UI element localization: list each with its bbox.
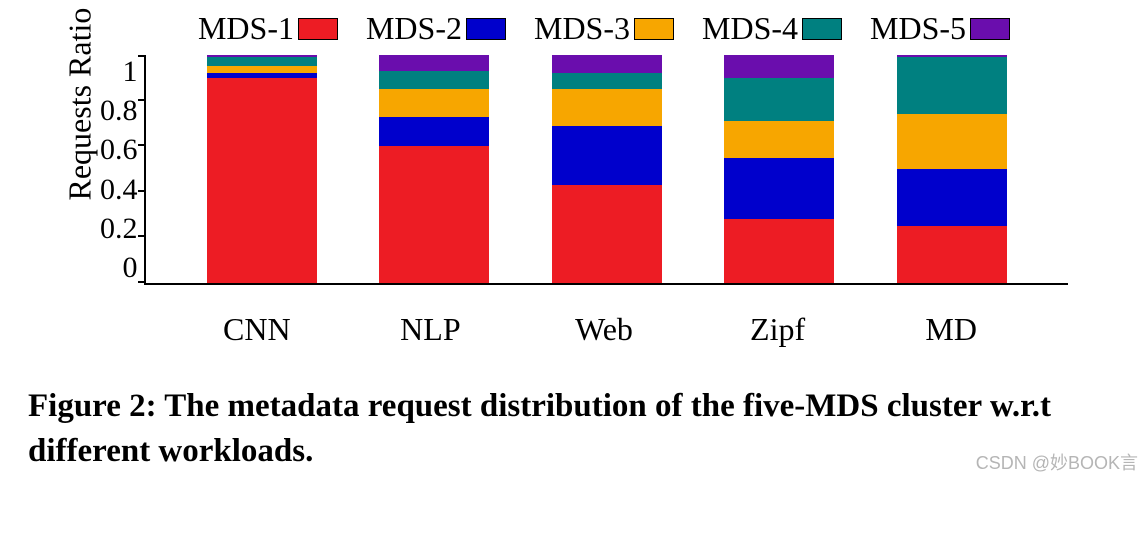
bar-segment-mds-1 xyxy=(379,146,489,283)
legend-item: MDS-1 xyxy=(198,10,338,47)
x-tick-label: NLP xyxy=(375,311,485,348)
y-tick-label: 0 xyxy=(123,251,138,285)
bar-segment-mds-2 xyxy=(897,169,1007,226)
figure: MDS-1 MDS-2 MDS-3 MDS-4 MDS-5 Requests R… xyxy=(0,0,1148,473)
bar-segment-mds-3 xyxy=(897,114,1007,169)
bar-segment-mds-1 xyxy=(552,185,662,283)
bar-segment-mds-4 xyxy=(897,57,1007,114)
bar-segment-mds-3 xyxy=(724,121,834,157)
y-tick-label: 0.6 xyxy=(100,133,138,167)
x-axis: CNN NLP Web Zipf MD xyxy=(100,305,1068,348)
legend-item: MDS-4 xyxy=(702,10,842,47)
bar-segment-mds-4 xyxy=(379,71,489,89)
bar-segment-mds-4 xyxy=(724,78,834,121)
x-axis-labels: CNN NLP Web Zipf MD xyxy=(140,311,1068,348)
bar-segment-mds-5 xyxy=(724,55,834,78)
y-tick-label: 1 xyxy=(123,55,138,89)
bar-segment-mds-5 xyxy=(552,55,662,73)
spacer xyxy=(100,305,140,348)
watermark: CSDN @妙BOOK言 xyxy=(976,449,1138,475)
bar-segment-mds-3 xyxy=(379,89,489,116)
bar-segment-mds-4 xyxy=(552,73,662,89)
y-tick-mark xyxy=(138,190,146,192)
legend-item: MDS-2 xyxy=(366,10,506,47)
y-tick-mark xyxy=(138,55,146,57)
legend-swatch-mds5 xyxy=(970,18,1010,40)
y-axis-ticks: 1 0.8 0.6 0.4 0.2 0 xyxy=(100,55,144,285)
y-tick-mark xyxy=(138,144,146,146)
bar-segment-mds-1 xyxy=(207,78,317,283)
legend-label: MDS-5 xyxy=(870,10,966,47)
y-tick-mark xyxy=(138,99,146,101)
legend-swatch-mds3 xyxy=(634,18,674,40)
chart-legend: MDS-1 MDS-2 MDS-3 MDS-4 MDS-5 xyxy=(80,10,1128,47)
y-tick-label: 0.8 xyxy=(100,94,138,128)
legend-item: MDS-5 xyxy=(870,10,1010,47)
x-tick-label: MD xyxy=(896,311,1006,348)
y-tick-label: 0.4 xyxy=(100,173,138,207)
bar-segment-mds-3 xyxy=(207,66,317,73)
plot-area xyxy=(144,55,1069,285)
legend-label: MDS-1 xyxy=(198,10,294,47)
legend-label: MDS-4 xyxy=(702,10,798,47)
bars-container xyxy=(146,55,1069,283)
y-tick-label: 0.2 xyxy=(100,212,138,246)
x-tick-label: Zipf xyxy=(723,311,833,348)
bar-column xyxy=(724,55,834,283)
bar-segment-mds-1 xyxy=(897,226,1007,283)
y-axis-label-wrap: Requests Ratio xyxy=(60,55,100,305)
chart-area: Requests Ratio 1 0.8 0.6 0.4 0.2 0 xyxy=(60,55,1128,305)
bar-segment-mds-4 xyxy=(207,57,317,66)
bar-column xyxy=(897,55,1007,283)
bar-segment-mds-5 xyxy=(379,55,489,71)
x-tick-label: CNN xyxy=(202,311,312,348)
bar-segment-mds-2 xyxy=(552,126,662,185)
y-tick-mark xyxy=(138,281,146,283)
legend-label: MDS-3 xyxy=(534,10,630,47)
y-tick-mark xyxy=(138,235,146,237)
legend-item: MDS-3 xyxy=(534,10,674,47)
y-axis-label: Requests Ratio xyxy=(62,160,99,200)
bar-segment-mds-2 xyxy=(379,117,489,147)
legend-swatch-mds4 xyxy=(802,18,842,40)
legend-swatch-mds2 xyxy=(466,18,506,40)
bar-segment-mds-3 xyxy=(552,89,662,125)
legend-swatch-mds1 xyxy=(298,18,338,40)
bar-column xyxy=(207,55,317,283)
figure-caption: Figure 2: The metadata request distribut… xyxy=(20,384,1128,473)
legend-label: MDS-2 xyxy=(366,10,462,47)
bar-column xyxy=(552,55,662,283)
bar-segment-mds-1 xyxy=(724,219,834,283)
bar-column xyxy=(379,55,489,283)
x-tick-label: Web xyxy=(549,311,659,348)
bar-segment-mds-2 xyxy=(724,158,834,220)
